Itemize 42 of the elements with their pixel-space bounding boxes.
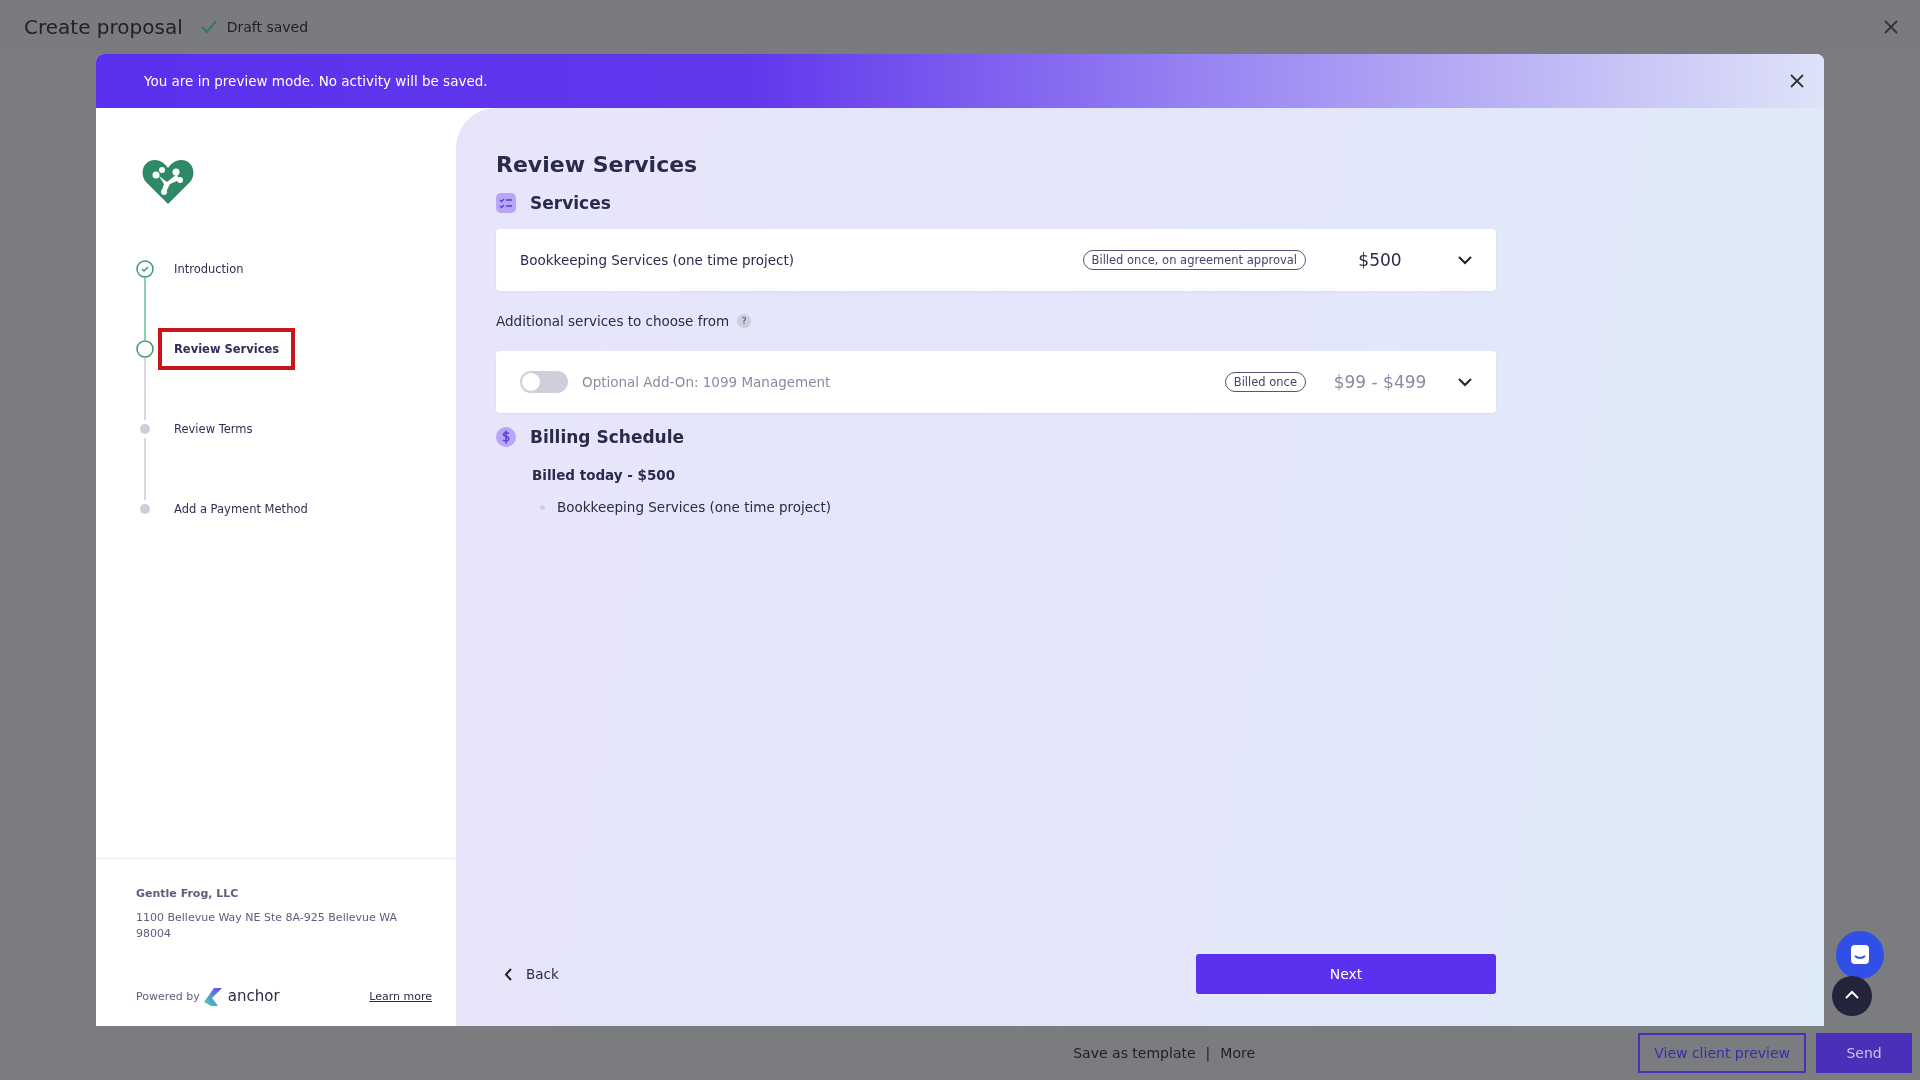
checklist-icon: [496, 193, 516, 213]
billing-group-title: Billed today - $500: [532, 467, 677, 483]
service-price: $500: [1357, 250, 1403, 270]
heart-logo-icon: [142, 158, 194, 204]
send-button[interactable]: Send: [1816, 1033, 1912, 1073]
service-name: Optional Add-On: 1099 Management: [582, 374, 832, 390]
dollar-icon: [496, 427, 516, 447]
service-name: Bookkeeping Services (one time project): [520, 252, 796, 268]
chat-icon[interactable]: [1836, 931, 1884, 979]
next-button[interactable]: Next: [1196, 954, 1496, 994]
preview-notice: You are in preview mode. No activity will be saved.: [144, 73, 489, 89]
close-icon[interactable]: [1790, 74, 1804, 88]
service-price: $99 - $499: [1332, 372, 1428, 392]
billing-schedule-heading: Billing Schedule: [530, 427, 685, 447]
save-template-link[interactable]: Save as template: [1073, 1045, 1196, 1061]
step-label[interactable]: Introduction: [158, 248, 260, 290]
powered-by-label: Powered by: [136, 989, 200, 1003]
current-step-icon: [136, 340, 154, 358]
draft-status: Draft saved: [226, 19, 309, 35]
scroll-up-icon[interactable]: [1832, 976, 1872, 1016]
billed-item: Bookkeeping Services (one time project): [557, 499, 832, 515]
more-link[interactable]: More: [1220, 1045, 1255, 1061]
back-button[interactable]: Back: [496, 966, 567, 982]
additional-services-label: Additional services to choose from: [496, 313, 730, 329]
brand-name: anchor: [227, 987, 280, 1005]
section-title: Review Services: [496, 152, 699, 177]
separator: |: [1205, 1045, 1211, 1061]
completed-step-icon: [136, 260, 154, 278]
company-address: 1100 Bellevue Way NE Ste 8A-925 Bellevue WA 98004: [136, 910, 399, 942]
step-label[interactable]: Review Services: [158, 328, 296, 370]
check-icon: [200, 20, 217, 34]
chevron-left-icon: [504, 967, 512, 981]
step-label[interactable]: Review Terms: [158, 408, 269, 450]
help-icon[interactable]: ?: [737, 314, 752, 328]
step-label[interactable]: Add a Payment Method: [158, 488, 324, 530]
chevron-down-icon[interactable]: [1458, 377, 1472, 387]
company-name: Gentle Frog, LLC: [136, 887, 240, 900]
page-title: Create proposal: [24, 15, 183, 39]
services-heading: Services: [530, 193, 611, 213]
learn-more-link[interactable]: Learn more: [369, 989, 432, 1003]
toggle-switch[interactable]: [520, 371, 568, 393]
chevron-down-icon[interactable]: [1458, 255, 1472, 265]
